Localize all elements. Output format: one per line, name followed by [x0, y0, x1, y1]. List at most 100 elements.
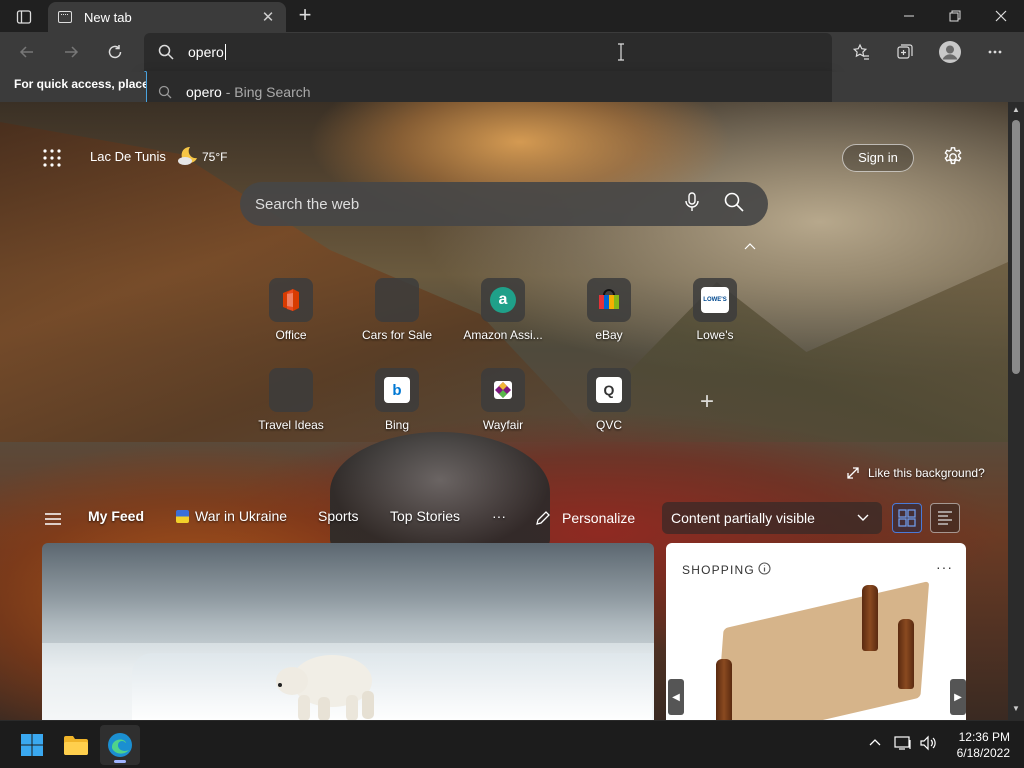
- address-input-text[interactable]: opero: [188, 44, 226, 60]
- show-hidden-icons-button[interactable]: [868, 735, 882, 754]
- bing-icon: b: [384, 377, 410, 403]
- tab-strip: New tab ✕ +: [0, 0, 1024, 32]
- feed-more-button[interactable]: ···: [492, 508, 506, 524]
- new-tab-button[interactable]: +: [292, 4, 318, 28]
- weather-temperature[interactable]: 75°F: [202, 150, 227, 164]
- tab-actions-button[interactable]: [8, 6, 40, 28]
- tab-close-icon[interactable]: ✕: [260, 8, 276, 26]
- ebay-icon: [596, 287, 622, 313]
- feed-tab-sports[interactable]: Sports: [318, 508, 358, 524]
- personalize-button[interactable]: Personalize: [534, 502, 635, 534]
- refresh-icon: [108, 45, 122, 59]
- close-window-button[interactable]: [978, 0, 1024, 32]
- tile-label: QVC: [595, 418, 622, 432]
- like-background-link[interactable]: Like this background?: [846, 466, 985, 480]
- quick-link-amazon[interactable]: a Amazon Assi...: [458, 278, 548, 342]
- quick-link-qvc[interactable]: Q QVC: [564, 368, 654, 432]
- carousel-next-button[interactable]: ▶: [950, 679, 966, 715]
- edge-taskbar-button[interactable]: [100, 725, 140, 765]
- address-bar[interactable]: opero: [144, 33, 832, 71]
- sign-in-button[interactable]: Sign in: [842, 144, 914, 172]
- web-search-box[interactable]: Search the web: [240, 182, 768, 226]
- tab-new-tab[interactable]: New tab ✕: [48, 2, 286, 32]
- quick-link-office[interactable]: Office: [246, 278, 336, 342]
- tile-label: Office: [275, 328, 307, 342]
- refresh-button[interactable]: [100, 38, 130, 66]
- feed-tab-label: War in Ukraine: [195, 508, 288, 524]
- feed-tab-top-stories[interactable]: Top Stories: [390, 508, 460, 524]
- page-settings-button[interactable]: [942, 146, 964, 173]
- favorites-star-icon: [852, 43, 869, 60]
- content-visibility-dropdown[interactable]: Content partially visible: [662, 502, 882, 534]
- like-background-text: Like this background?: [868, 466, 985, 480]
- minimize-icon: [904, 15, 914, 17]
- grid-layout-icon: [898, 509, 916, 527]
- tile-label: Bing: [384, 418, 410, 432]
- moon-cloud-icon[interactable]: [176, 144, 200, 173]
- tile-label: Travel Ideas: [258, 418, 324, 432]
- restore-button[interactable]: [932, 0, 978, 32]
- forward-button[interactable]: [56, 38, 86, 66]
- windows-taskbar: 12:36 PM 6/18/2022: [0, 720, 1024, 768]
- quick-link-bing[interactable]: b Bing: [352, 368, 442, 432]
- shopping-card[interactable]: SHOPPING ··· ◀ ▶: [666, 543, 966, 720]
- taskbar-clock[interactable]: 12:36 PM 6/18/2022: [948, 729, 1010, 761]
- clock-time: 12:36 PM: [958, 730, 1010, 744]
- speaker-icon: [920, 735, 936, 751]
- suggestion-search-icon: [158, 85, 172, 99]
- add-quick-link-button[interactable]: +: [700, 388, 714, 416]
- pencil-icon: [536, 511, 550, 525]
- scroll-down-icon[interactable]: ▼: [1008, 704, 1024, 713]
- content-visibility-value: Content partially visible: [671, 510, 815, 526]
- quick-link-cars-for-sale[interactable]: Cars for Sale: [352, 278, 442, 342]
- favorites-bar-fill: [832, 72, 1024, 102]
- scrollbar-thumb[interactable]: [1012, 120, 1020, 374]
- app-launcher-button[interactable]: [42, 148, 62, 173]
- start-button[interactable]: [12, 725, 52, 765]
- feed-tab-war-in-ukraine[interactable]: War in Ukraine: [176, 508, 287, 524]
- web-search-icon[interactable]: [724, 192, 744, 217]
- feed-menu-button[interactable]: [44, 512, 62, 531]
- page-scrollbar[interactable]: ▲ ▼: [1008, 102, 1024, 720]
- weather-location[interactable]: Lac De Tunis: [90, 149, 166, 164]
- suggestion-query: opero: [186, 84, 222, 100]
- back-button[interactable]: [12, 38, 42, 66]
- feed-tab-my-feed[interactable]: My Feed: [88, 508, 144, 524]
- more-dots-icon: [988, 50, 1002, 54]
- microphone-icon[interactable]: [684, 191, 700, 217]
- news-card-polar-bear[interactable]: [42, 543, 654, 720]
- collections-button[interactable]: [890, 38, 920, 66]
- carousel-prev-button[interactable]: ◀: [668, 679, 684, 715]
- quick-link-travel-ideas[interactable]: Travel Ideas: [246, 368, 336, 432]
- file-explorer-button[interactable]: [56, 725, 96, 765]
- windows-logo-icon: [21, 734, 43, 756]
- beer-bottle-image: [716, 659, 732, 720]
- quick-link-wayfair[interactable]: Wayfair: [458, 368, 548, 432]
- list-layout-button[interactable]: [930, 503, 960, 533]
- new-tab-favicon-icon: [58, 11, 72, 23]
- tile-label: Wayfair: [482, 418, 524, 432]
- expand-arrow-icon: [847, 467, 859, 479]
- quick-link-ebay[interactable]: eBay: [564, 278, 654, 342]
- tile-label: Cars for Sale: [361, 328, 433, 342]
- text-cursor-icon: [618, 43, 624, 61]
- qvc-icon: Q: [596, 377, 622, 403]
- ukraine-flag-icon: [176, 510, 189, 523]
- favorites-button[interactable]: [846, 38, 876, 66]
- profile-button[interactable]: [934, 36, 966, 68]
- info-icon[interactable]: [758, 562, 771, 580]
- app-grid-icon: [43, 149, 61, 167]
- minimize-button[interactable]: [886, 0, 932, 32]
- scroll-up-icon[interactable]: ▲: [1008, 105, 1024, 114]
- volume-button[interactable]: [920, 735, 938, 756]
- settings-more-button[interactable]: [980, 38, 1010, 66]
- quick-link-lowes[interactable]: LOWE'S Lowe's: [670, 278, 760, 342]
- list-layout-icon: [938, 511, 952, 525]
- grid-layout-button[interactable]: [892, 503, 922, 533]
- lowes-icon: LOWE'S: [701, 287, 729, 313]
- network-icon: [894, 736, 911, 750]
- shopping-more-button[interactable]: ···: [936, 559, 953, 575]
- collapse-chevron-icon[interactable]: [744, 242, 756, 253]
- tile-label: eBay: [595, 328, 623, 342]
- network-button[interactable]: [894, 735, 912, 756]
